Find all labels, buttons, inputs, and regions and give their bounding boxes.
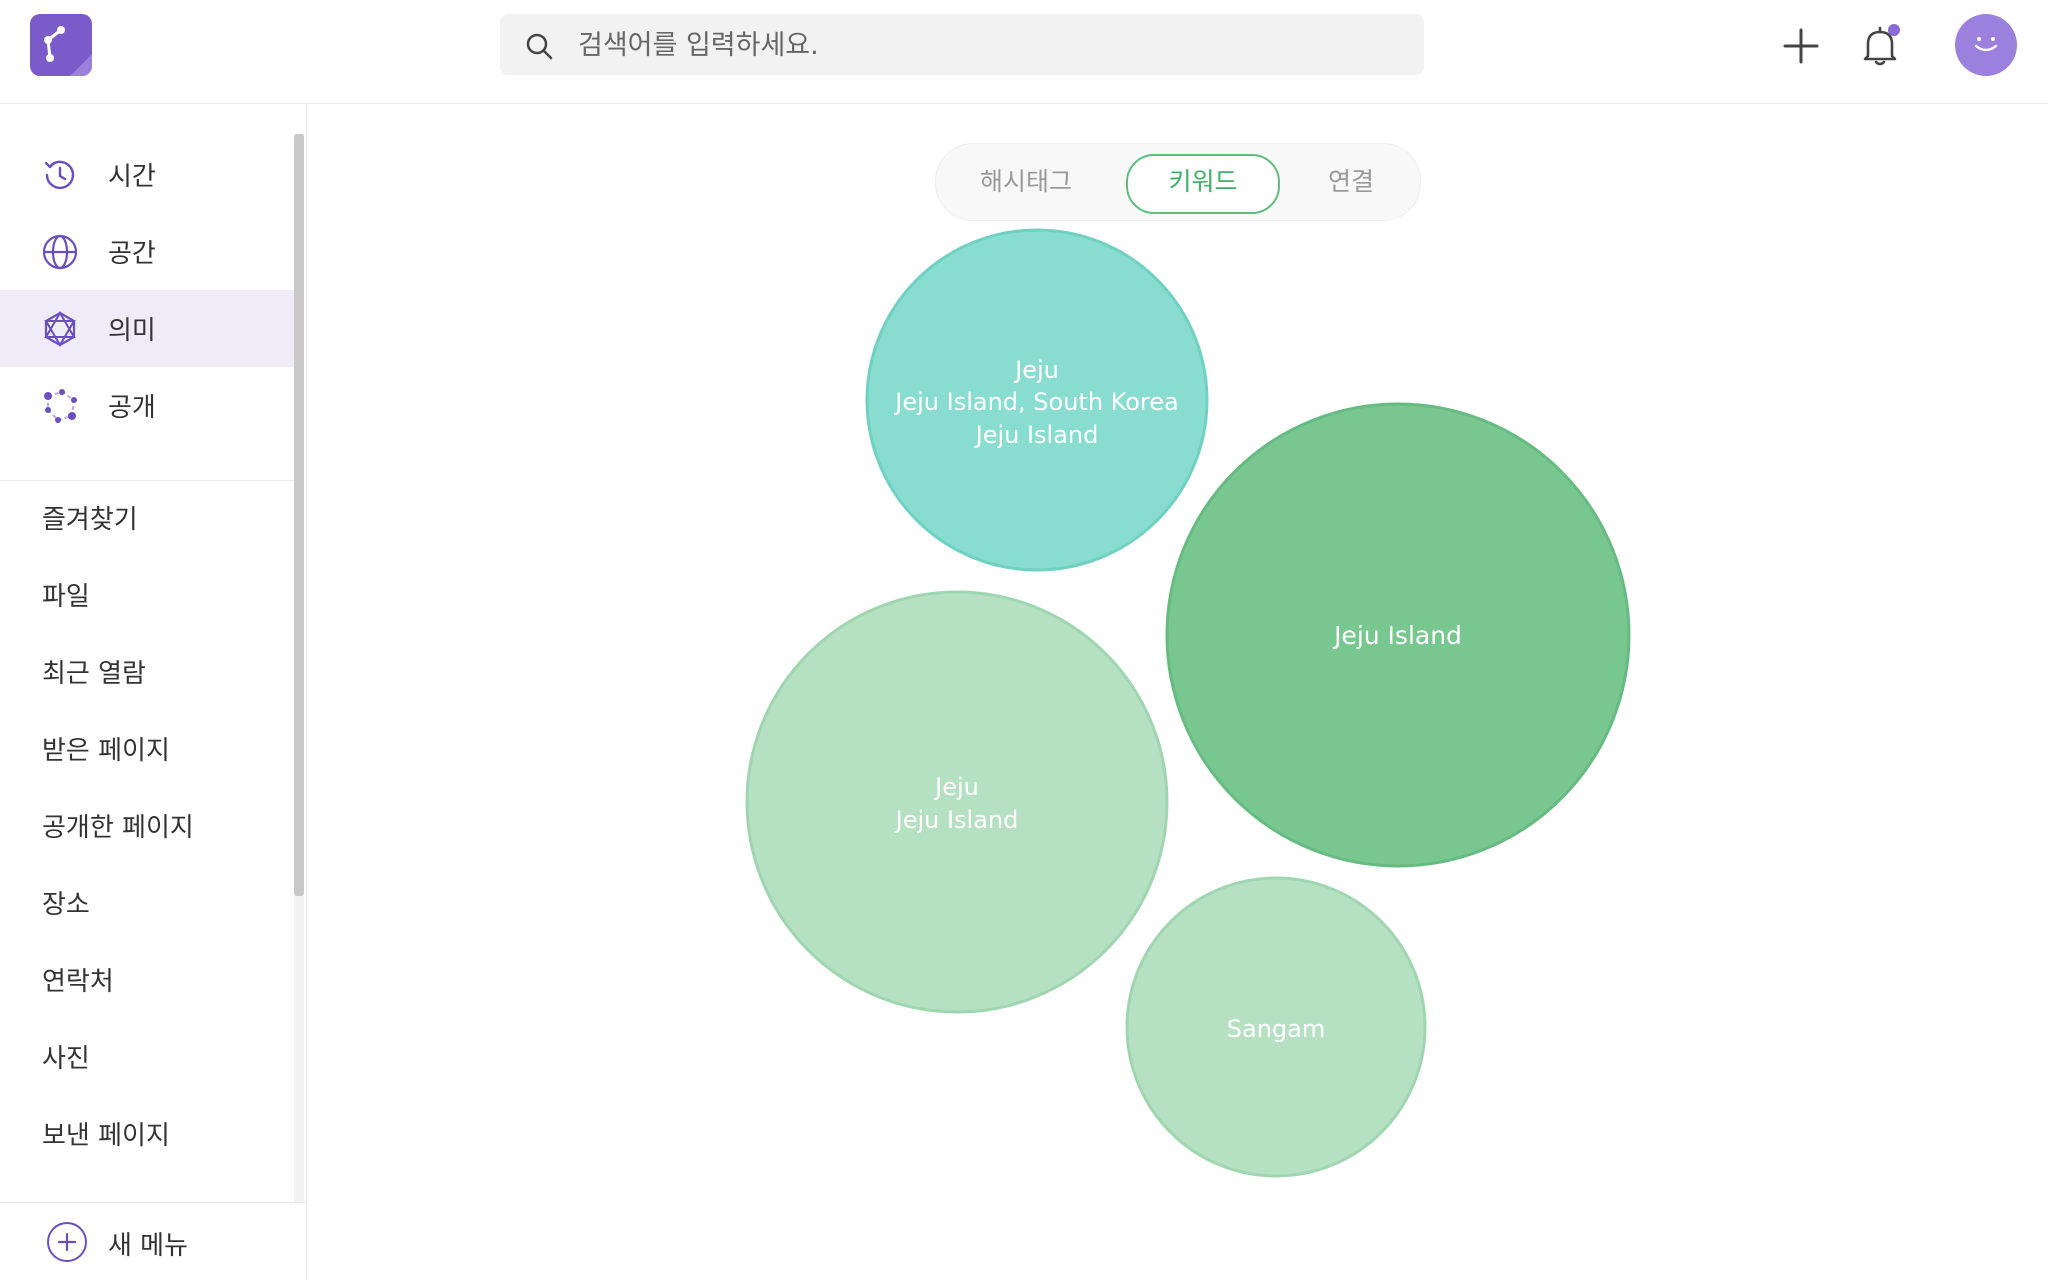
plus-circle-icon	[47, 1222, 87, 1262]
sidebar-item-photos[interactable]: 사진	[42, 1038, 90, 1075]
sidebar-item-label: 의미	[108, 316, 156, 346]
bubble-line: Jeju Island	[974, 421, 1099, 449]
top-bar	[0, 0, 2048, 104]
new-menu-label: 새 메뉴	[108, 1231, 189, 1261]
smile-face-icon	[1974, 37, 1998, 52]
sidebar-item-received-pages[interactable]: 받은 페이지	[42, 730, 170, 767]
bubble-line: Sangam	[1227, 1015, 1325, 1043]
keyword-bubble[interactable]: Jeju Island	[1165, 402, 1631, 868]
view-tabs: 해시태그 키워드 연결	[935, 143, 1421, 221]
share-nodes-icon	[44, 389, 77, 423]
notification-dot	[1888, 24, 1900, 36]
sidebar-item-label: 공간	[108, 239, 156, 269]
new-menu-button[interactable]: 새 메뉴	[0, 1202, 306, 1280]
sidebar-item-label: 공개	[108, 393, 156, 423]
sidebar-divider	[0, 480, 294, 481]
bubble-line: Jeju Island, South Korea	[893, 388, 1178, 416]
sidebar-item-contacts[interactable]: 연락처	[42, 961, 114, 998]
tab-connection[interactable]: 연결	[1292, 154, 1410, 210]
bubble-line: Jeju	[933, 773, 979, 801]
app-logo[interactable]	[30, 14, 92, 76]
sidebar-item-public[interactable]: 공개	[0, 367, 294, 444]
keyword-bubble[interactable]: Jeju Jeju Island	[745, 590, 1169, 1014]
sidebar-item-label: 시간	[108, 162, 156, 192]
avatar[interactable]	[1955, 14, 2017, 76]
bubble-line: Jeju	[1013, 356, 1059, 384]
sidebar-item-sent-pages[interactable]: 보낸 페이지	[42, 1115, 170, 1152]
search-icon	[526, 33, 553, 60]
keyword-bubble[interactable]: Sangam	[1125, 876, 1427, 1178]
globe-icon	[42, 234, 78, 270]
sidebar-item-favorites[interactable]: 즐겨찾기	[42, 499, 138, 536]
bubble-line: Jeju Island	[1332, 621, 1462, 650]
sidebar-item-files[interactable]: 파일	[42, 576, 90, 613]
sidebar-item-meaning[interactable]: 의미	[0, 290, 294, 367]
sidebar-item-space[interactable]: 공간	[0, 213, 294, 290]
sidebar: 시간 공간 의미 공개 즐겨찾기 파일 최근 열람 받은 페이지 공개한 페이지…	[0, 104, 307, 1280]
bubble-line: Jeju Island	[894, 806, 1019, 834]
tab-hashtag[interactable]: 해시태그	[948, 154, 1104, 210]
sidebar-item-recent[interactable]: 최근 열람	[42, 653, 146, 690]
clock-history-icon	[44, 160, 75, 190]
search-bar[interactable]	[500, 14, 1424, 75]
sidebar-item-places[interactable]: 장소	[42, 884, 90, 921]
sidebar-item-time[interactable]: 시간	[0, 136, 294, 213]
hexagon-network-icon	[44, 311, 76, 347]
scrollbar-thumb[interactable]	[294, 134, 304, 896]
sidebar-item-published-pages[interactable]: 공개한 페이지	[42, 807, 194, 844]
plus-icon	[1783, 28, 1819, 64]
notifications-button[interactable]	[1856, 22, 1904, 70]
search-input[interactable]	[576, 22, 1400, 68]
keyword-bubble[interactable]: Jeju Jeju Island, South Korea Jeju Islan…	[865, 228, 1209, 572]
tab-keyword[interactable]: 키워드	[1126, 154, 1280, 214]
add-button[interactable]	[1777, 22, 1825, 70]
